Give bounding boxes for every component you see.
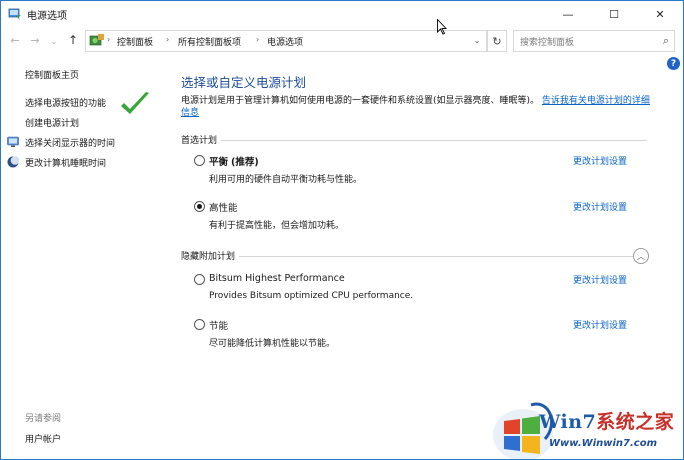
chevron-down-icon: ⌄ <box>473 35 481 45</box>
checkmark-icon <box>121 92 149 114</box>
plan-radio-balanced[interactable] <box>194 155 205 166</box>
hidden-plans-section: 隐藏附加计划 ︿ <box>181 248 649 264</box>
plan-bitsum: Bitsum Highest Performance Provides Bits… <box>194 273 654 307</box>
plan-radio-bitsum[interactable] <box>194 274 205 285</box>
plan-name-text: 平衡 <box>209 157 229 168</box>
main-pane: 选择或自定义电源计划 电源计划是用于管理计算机如何使用电源的一套硬件和系统设置(… <box>181 53 671 453</box>
refresh-icon: ↻ <box>492 34 502 48</box>
mouse-cursor-icon <box>437 19 447 35</box>
change-plan-settings-link[interactable]: 更改计划设置 <box>573 273 627 286</box>
hidden-plans-heading[interactable]: 隐藏附加计划 <box>181 249 240 262</box>
watermark-url: Www.Winwin7.com <box>549 438 658 449</box>
plan-description: 有利于提高性能，但会增加功耗。 <box>209 221 345 231</box>
breadcrumb[interactable]: › 控制面板 › 所有控制面板项 › 电源选项 <box>85 30 487 52</box>
plan-name: 高性能 <box>209 203 238 214</box>
recent-locations-button[interactable]: ⌄ <box>46 33 62 49</box>
back-button[interactable]: ← <box>7 32 23 48</box>
help-icon: ? <box>670 58 677 69</box>
plan-high-performance: 高性能 有利于提高性能，但会增加功耗。 更改计划设置 <box>194 200 654 234</box>
address-dropdown-button[interactable]: ⌄ <box>469 31 485 49</box>
power-options-window: 电源选项 — ☐ ✕ ← → ⌄ ↑ › 控制面板 › 所有控制面板项 › 电源… <box>0 0 684 460</box>
plan-description: Provides Bitsum optimized CPU performanc… <box>209 291 414 301</box>
close-icon: ✕ <box>655 7 665 21</box>
close-button[interactable]: ✕ <box>637 1 683 27</box>
chevron-right-icon: › <box>166 35 170 44</box>
sidebar-link-power-buttons[interactable]: 选择电源按钮的功能 <box>25 96 106 109</box>
page-description: 电源计划是用于管理计算机如何使用电源的一套硬件和系统设置(如显示器亮度、睡眠等)… <box>181 95 651 119</box>
preferred-plans-heading: 首选计划 <box>181 133 222 146</box>
arrow-up-icon: ↑ <box>67 33 79 47</box>
chevron-right-icon: › <box>107 35 111 44</box>
sidebar-link-sleep-time[interactable]: 更改计算机睡眠时间 <box>25 156 106 169</box>
watermark-brand-name: 系统之家 <box>596 411 675 433</box>
plan-name: Bitsum Highest Performance <box>209 273 345 284</box>
divider <box>181 256 647 257</box>
plan-radio-high-performance[interactable] <box>194 201 205 212</box>
plan-power-saver: 节能 尽可能降低计算机性能以节能。 更改计划设置 <box>194 318 654 352</box>
search-placeholder: 搜索控制面板 <box>520 38 575 48</box>
search-input[interactable]: 搜索控制面板 ⌕ <box>513 30 675 52</box>
left-pane: 控制面板主页 选择电源按钮的功能 创建电源计划 选择关闭显示器的时间 更改计算机… <box>1 53 161 459</box>
plan-tag: (推荐) <box>231 157 259 168</box>
chevron-right-icon: › <box>256 35 260 44</box>
sidebar-link-create-plan[interactable]: 创建电源计划 <box>25 116 79 129</box>
chevron-up-icon: ︿ <box>637 251 645 261</box>
moon-icon <box>7 156 19 168</box>
refresh-button[interactable]: ↻ <box>487 30 507 52</box>
window-title: 电源选项 <box>27 11 67 22</box>
minimize-icon: — <box>562 7 574 21</box>
monitor-icon <box>7 136 19 147</box>
plan-description: 利用可用的硬件自动平衡功耗与性能。 <box>209 175 363 185</box>
watermark-brand: Win7系统之家 <box>539 407 674 434</box>
up-button[interactable]: ↑ <box>65 32 81 48</box>
change-plan-settings-link[interactable]: 更改计划设置 <box>573 200 627 213</box>
page-title: 选择或自定义电源计划 <box>181 75 307 90</box>
arrow-left-icon: ← <box>10 33 20 47</box>
description-text: 电源计划是用于管理计算机如何使用电源的一套硬件和系统设置(如显示器亮度、睡眠等)… <box>181 96 540 106</box>
divider <box>181 140 647 141</box>
breadcrumb-item[interactable]: 电源选项 <box>267 35 303 48</box>
see-also-heading: 另请参阅 <box>25 414 62 424</box>
control-panel-icon <box>89 34 104 46</box>
maximize-icon: ☐ <box>609 7 619 21</box>
control-panel-home-link[interactable]: 控制面板主页 <box>25 68 79 81</box>
maximize-button[interactable]: ☐ <box>591 1 637 27</box>
power-options-icon <box>8 8 21 20</box>
arrow-right-icon: → <box>30 33 40 47</box>
forward-button[interactable]: → <box>27 32 43 48</box>
plan-name: 节能 <box>209 321 229 332</box>
sidebar-link-display-off[interactable]: 选择关闭显示器的时间 <box>25 136 115 149</box>
change-plan-settings-link[interactable]: 更改计划设置 <box>573 154 627 167</box>
sidebar-link-user-accounts[interactable]: 用户帐户 <box>25 432 61 445</box>
collapse-button[interactable]: ︿ <box>633 248 649 264</box>
breadcrumb-item[interactable]: 所有控制面板项 <box>178 35 241 48</box>
plan-name: 平衡 (推荐) <box>209 154 259 168</box>
plan-balanced: 平衡 (推荐) 利用可用的硬件自动平衡功耗与性能。 更改计划设置 <box>194 154 654 188</box>
plan-radio-power-saver[interactable] <box>194 319 205 330</box>
plan-description: 尽可能降低计算机性能以节能。 <box>209 339 336 349</box>
title-bar: 电源选项 — ☐ ✕ <box>1 1 683 27</box>
preferred-plans-section: 首选计划 <box>181 133 647 147</box>
search-icon: ⌕ <box>662 34 669 47</box>
chevron-down-icon: ⌄ <box>50 36 58 46</box>
minimize-button[interactable]: — <box>545 1 591 27</box>
change-plan-settings-link[interactable]: 更改计划设置 <box>573 318 627 331</box>
watermark-brand-win7: Win7 <box>539 411 597 433</box>
breadcrumb-item[interactable]: 控制面板 <box>117 35 153 48</box>
